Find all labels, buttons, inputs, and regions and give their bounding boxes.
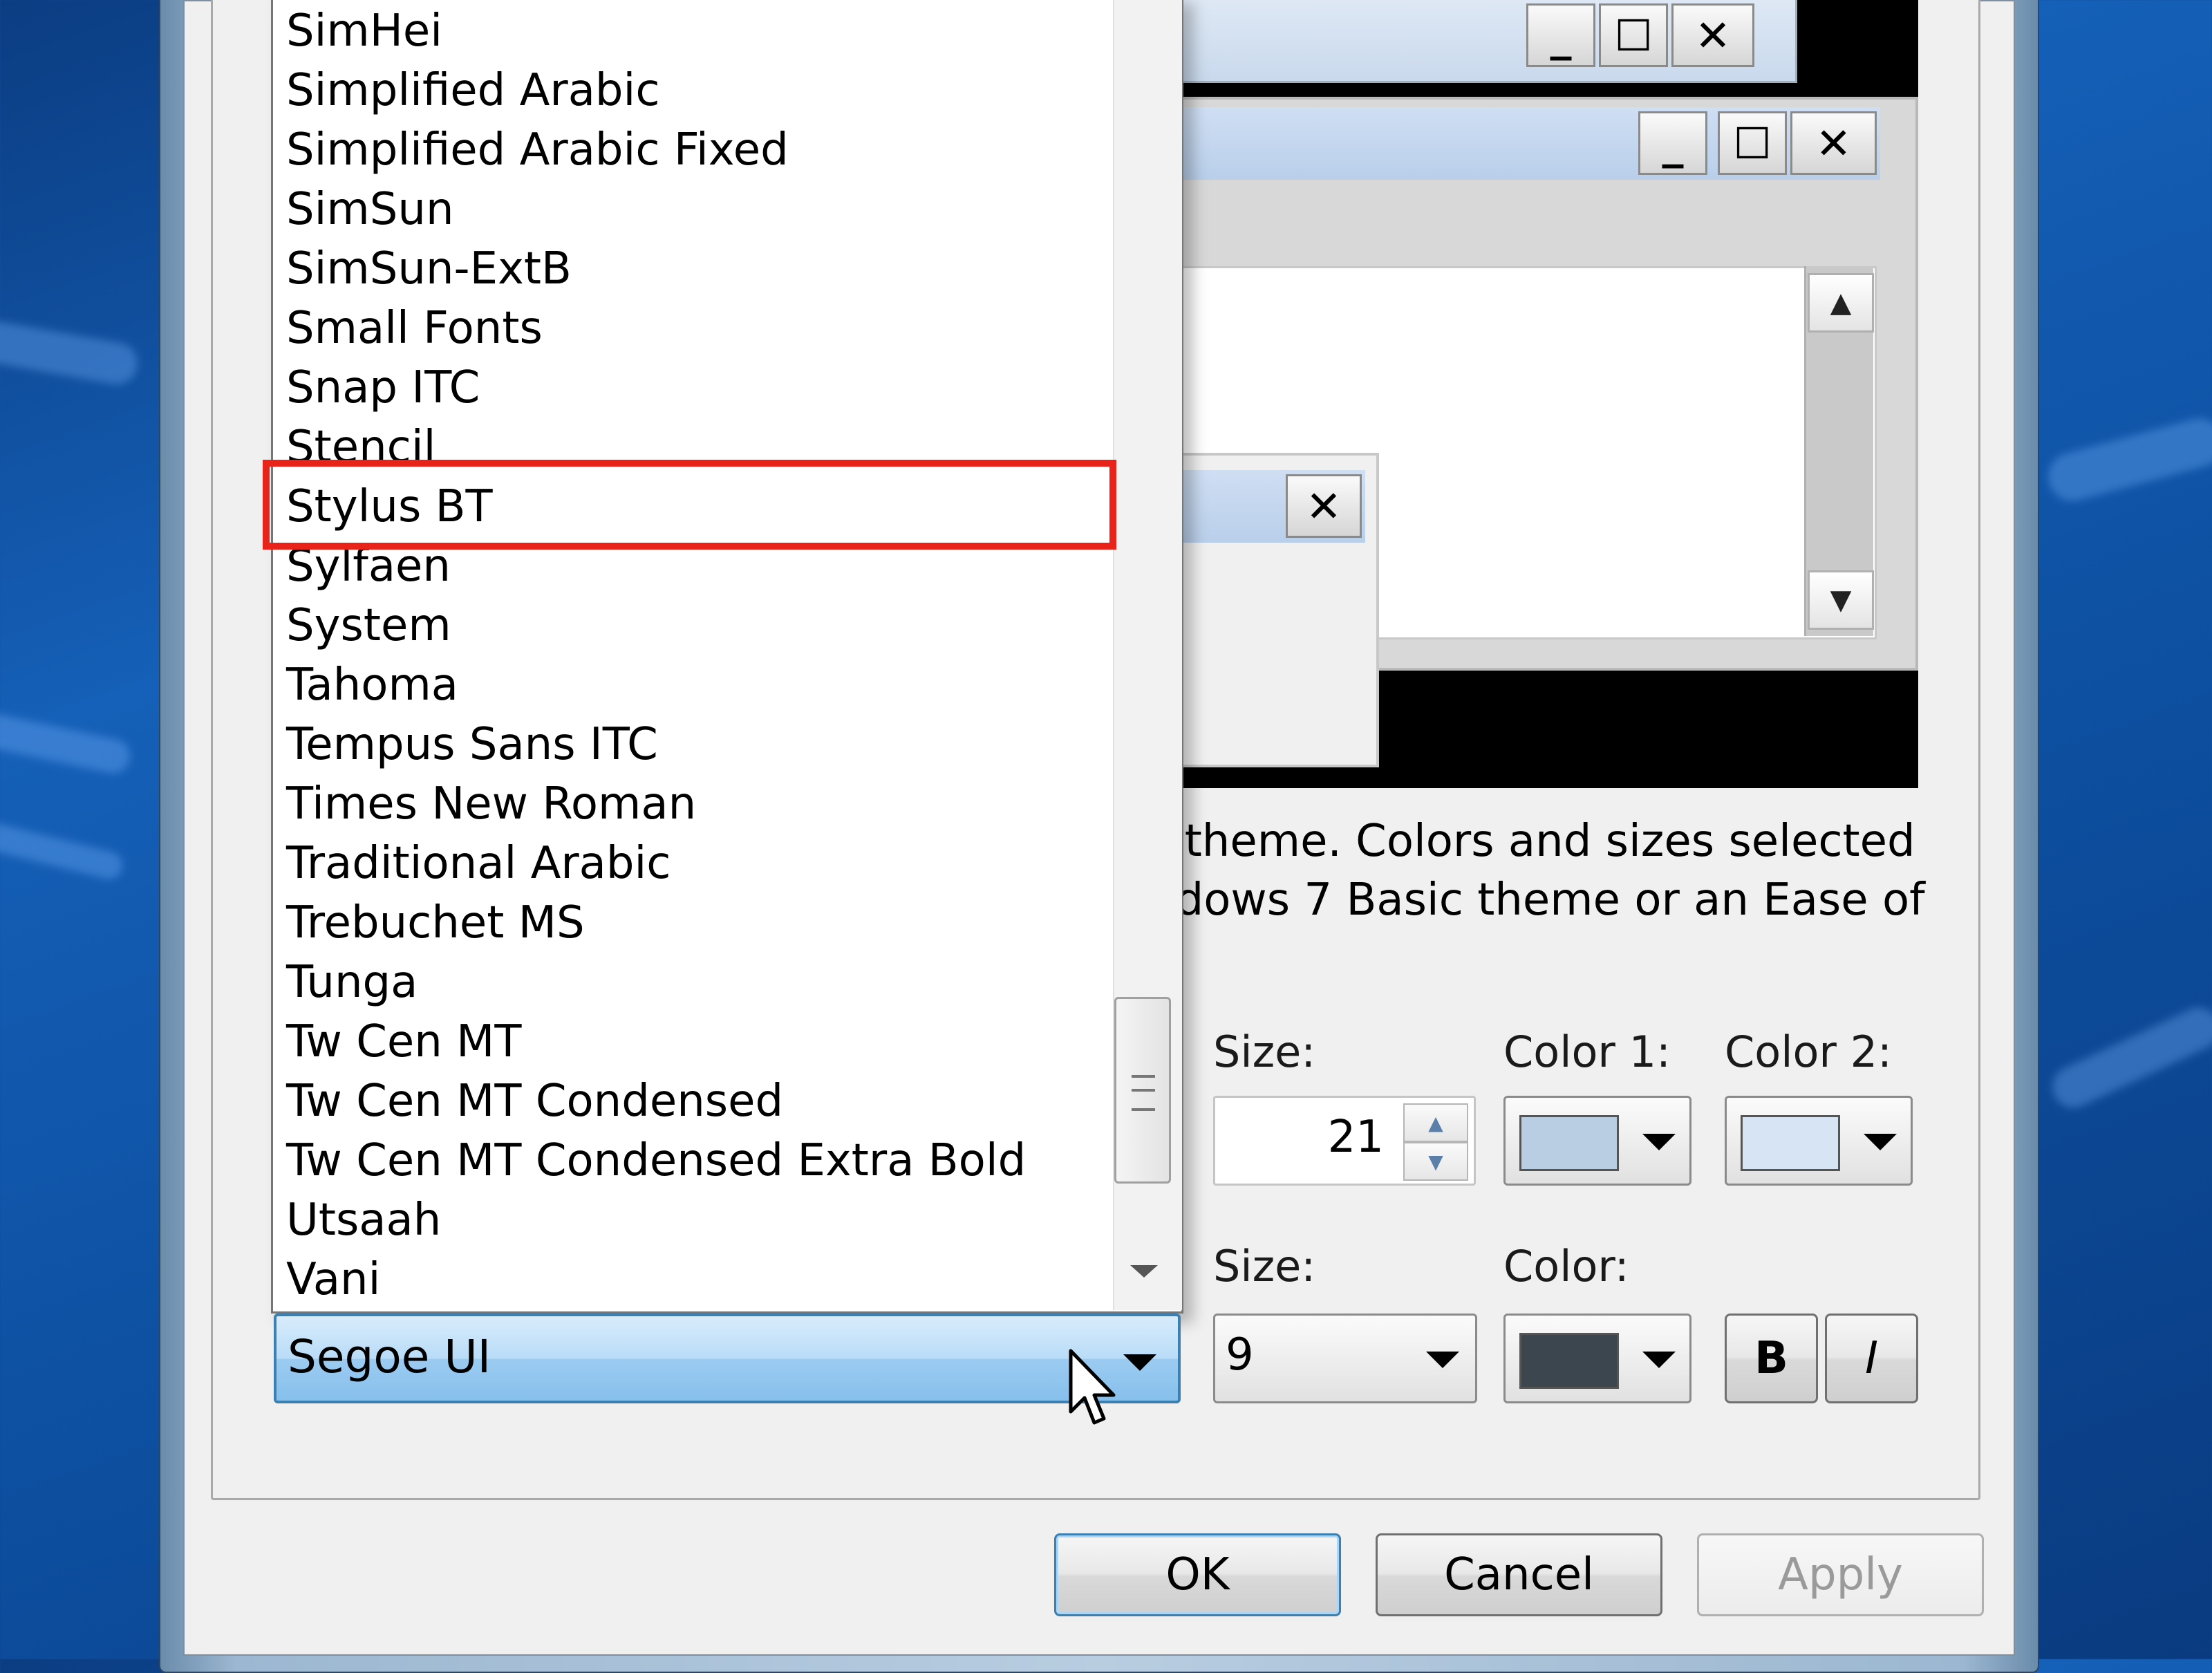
font-list-item[interactable]: Tunga bbox=[286, 953, 418, 1012]
color2-label: Color 2: bbox=[1725, 1027, 1892, 1077]
font-list-item[interactable]: Trebuchet MS bbox=[286, 893, 585, 953]
description-line-2: ndows 7 Basic theme or an Ease of bbox=[1147, 875, 1925, 926]
close-icon: ✕ bbox=[1286, 474, 1362, 538]
description-line-1: s theme. Colors and sizes selected bbox=[1147, 816, 1915, 867]
bold-toggle-button[interactable]: B bbox=[1725, 1314, 1818, 1403]
font-size-label: Size: bbox=[1213, 1241, 1316, 1291]
font-list-item[interactable]: Traditional Arabic bbox=[286, 834, 671, 893]
apply-button[interactable]: Apply bbox=[1697, 1533, 1984, 1616]
preview-message-box-title[interactable]: ✕ bbox=[1175, 470, 1365, 543]
scroll-up-icon[interactable]: ▲ bbox=[1808, 273, 1874, 333]
chevron-down-icon bbox=[1864, 1134, 1897, 1150]
spin-down-icon[interactable]: ▼ bbox=[1403, 1142, 1468, 1181]
desktop-streak bbox=[0, 317, 141, 388]
font-list-item[interactable]: System bbox=[286, 596, 451, 655]
desktop-streak bbox=[2043, 413, 2212, 507]
maximize-icon: ☐ bbox=[1599, 3, 1668, 67]
spin-up-icon[interactable]: ▲ bbox=[1403, 1103, 1468, 1142]
chevron-down-icon bbox=[1642, 1352, 1676, 1368]
italic-toggle-button[interactable]: I bbox=[1825, 1314, 1918, 1403]
font-list-item[interactable]: Simplified Arabic bbox=[286, 61, 660, 120]
item-size-label: Size: bbox=[1213, 1027, 1316, 1077]
ok-button[interactable]: OK bbox=[1054, 1533, 1341, 1616]
font-list-scroll-thumb[interactable] bbox=[1114, 997, 1171, 1184]
highlighted-font-item[interactable] bbox=[263, 460, 1116, 550]
maximize-icon: ☐ bbox=[1718, 111, 1787, 175]
close-icon: ✕ bbox=[1671, 3, 1754, 67]
scroll-down-icon[interactable]: ▼ bbox=[1808, 570, 1874, 630]
item-size-spinner[interactable]: 21 ▲ ▼ bbox=[1213, 1096, 1476, 1186]
color1-swatch bbox=[1519, 1115, 1619, 1171]
desktop-streak bbox=[2045, 1000, 2212, 1115]
chevron-down-icon bbox=[1642, 1134, 1676, 1150]
desktop-streak bbox=[0, 709, 133, 777]
preview-inactive-window[interactable]: _ ☐ ✕ bbox=[1175, 0, 1797, 83]
font-list-item[interactable]: Tw Cen MT bbox=[286, 1012, 521, 1072]
font-list-item[interactable]: Tw Cen MT Condensed Extra Bold bbox=[286, 1131, 1026, 1190]
desktop-streak bbox=[0, 818, 126, 883]
font-list-item[interactable]: Snap ITC bbox=[286, 358, 480, 418]
font-color-label: Color: bbox=[1503, 1241, 1629, 1291]
minimize-icon: _ bbox=[1526, 3, 1595, 67]
font-list-item[interactable]: Tahoma bbox=[286, 655, 458, 715]
chevron-down-icon bbox=[1123, 1354, 1156, 1371]
color1-picker[interactable] bbox=[1503, 1096, 1691, 1186]
cancel-button[interactable]: Cancel bbox=[1376, 1533, 1662, 1616]
color1-label: Color 1: bbox=[1503, 1027, 1671, 1077]
font-name-value: Segoe UI bbox=[288, 1330, 491, 1383]
font-list-item[interactable]: Small Fonts bbox=[286, 299, 543, 358]
font-list-item[interactable]: SimHei bbox=[286, 1, 442, 61]
font-name-combobox[interactable]: Segoe UI bbox=[274, 1314, 1181, 1403]
preview-active-title-bar[interactable]: _ ☐ ✕ bbox=[1175, 107, 1880, 180]
minimize-icon: _ bbox=[1638, 111, 1707, 175]
chevron-down-icon bbox=[1426, 1352, 1459, 1368]
font-list-item[interactable]: Tempus Sans ITC bbox=[286, 715, 658, 774]
font-list-item[interactable]: Utsaah bbox=[286, 1190, 441, 1250]
font-list-item[interactable]: Simplified Arabic Fixed bbox=[286, 120, 789, 180]
font-list-item[interactable]: Tw Cen MT Condensed bbox=[286, 1072, 783, 1131]
font-list-item[interactable]: SimSun bbox=[286, 180, 454, 239]
color2-picker[interactable] bbox=[1725, 1096, 1913, 1186]
close-icon: ✕ bbox=[1790, 111, 1877, 175]
color2-swatch bbox=[1741, 1115, 1840, 1171]
font-size-select[interactable]: 9 bbox=[1213, 1314, 1477, 1403]
item-size-value: 21 bbox=[1327, 1112, 1384, 1163]
mouse-cursor-icon bbox=[1069, 1349, 1116, 1425]
font-list-item[interactable]: Times New Roman bbox=[286, 774, 696, 834]
font-color-picker[interactable] bbox=[1503, 1314, 1691, 1403]
font-list-item[interactable]: Vani bbox=[286, 1250, 380, 1307]
font-list-items[interactable]: SimHei Simplified Arabic Simplified Arabic… bbox=[282, 0, 1105, 1307]
font-list-item[interactable]: SimSun-ExtB bbox=[286, 239, 572, 299]
font-color-swatch bbox=[1519, 1333, 1619, 1389]
grip-icon bbox=[1132, 1075, 1155, 1111]
scroll-down-icon[interactable] bbox=[1130, 1265, 1158, 1278]
font-size-value: 9 bbox=[1226, 1329, 1254, 1381]
